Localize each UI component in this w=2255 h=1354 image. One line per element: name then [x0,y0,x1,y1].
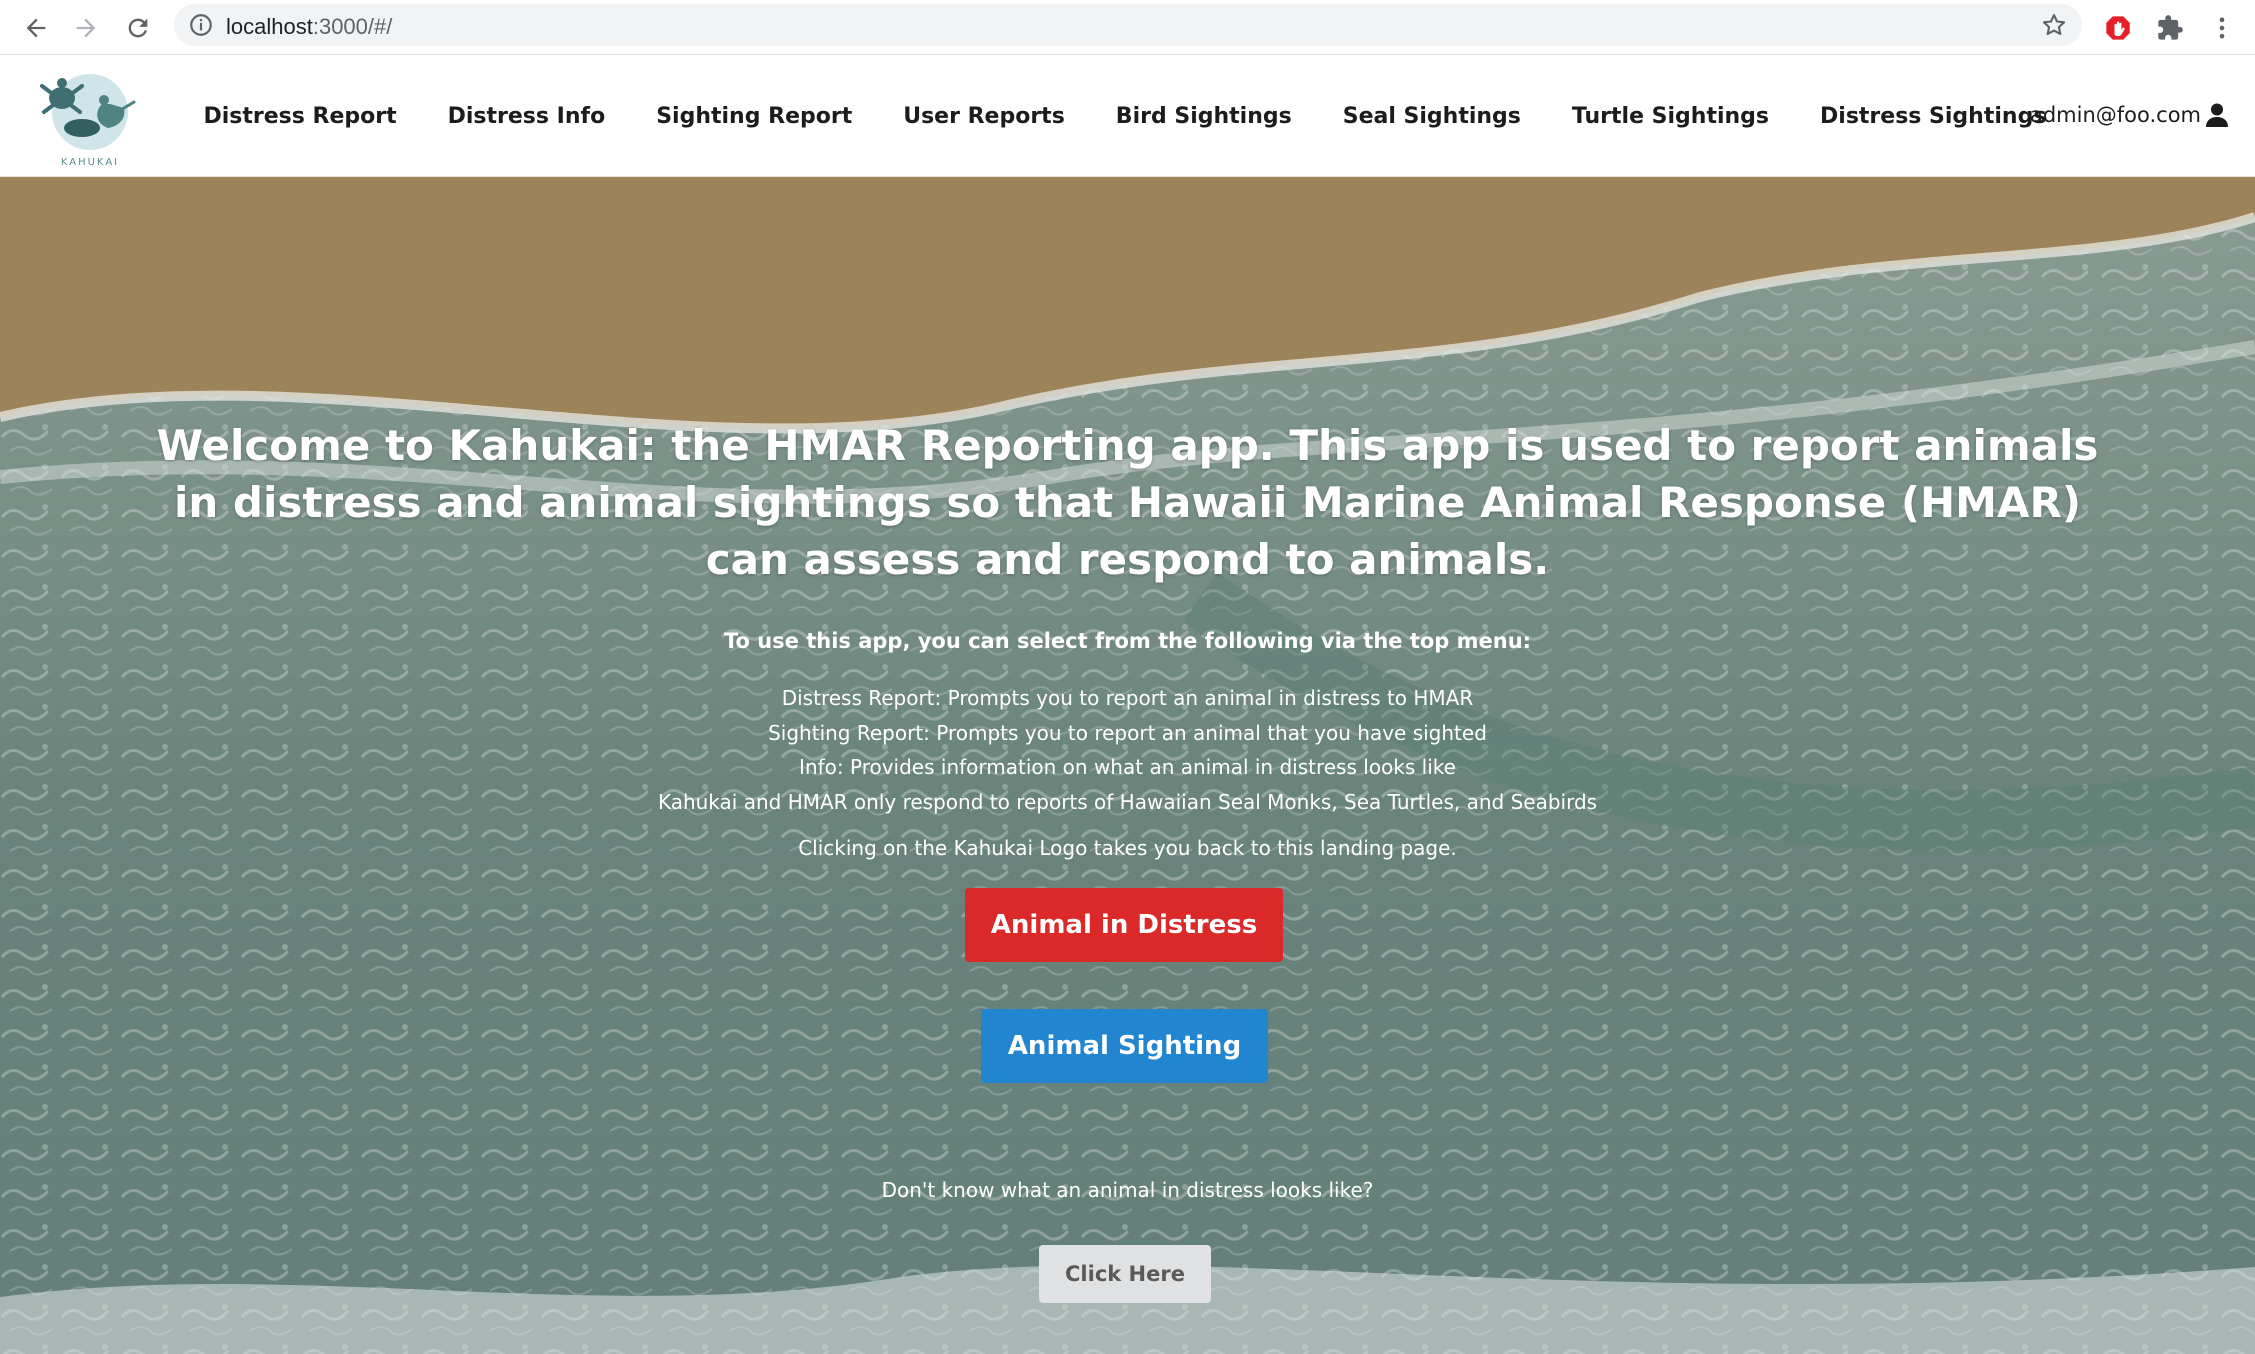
svg-text:KAHUKAI: KAHUKAI [61,157,119,166]
nav-menu: Distress Report Distress Info Sighting R… [178,56,2072,177]
address-bar[interactable]: localhost:3000/#/ [174,4,2082,46]
forward-arrow-icon[interactable] [66,8,106,48]
nav-turtle-sightings[interactable]: Turtle Sightings [1546,104,1794,129]
nav-distress-info[interactable]: Distress Info [422,104,631,129]
bookmark-star-icon[interactable] [2040,11,2068,39]
site-info-icon[interactable] [188,12,214,38]
top-menu: KAHUKAI Distress Report Distress Info Si… [0,56,2255,177]
animal-sighting-button[interactable]: Animal Sighting [981,1009,1268,1083]
click-here-button[interactable]: Click Here [1039,1245,1211,1303]
user-icon [2206,103,2228,127]
landing-hero: Welcome to Kahukai: the HMAR Reporting a… [0,177,2255,1354]
instructions-list: Distress Report: Prompts you to report a… [0,681,2255,819]
instruction-line: Info: Provides information on what an an… [799,755,1456,779]
url-path: :3000/#/ [312,14,393,39]
nav-bird-sightings[interactable]: Bird Sightings [1090,104,1317,129]
user-email: admin@foo.com [2029,103,2201,127]
reload-icon[interactable] [118,8,158,48]
adblock-extension-icon[interactable] [2098,8,2138,48]
nav-distress-report[interactable]: Distress Report [178,104,422,129]
instruction-line: Sighting Report: Prompts you to report a… [768,720,1487,745]
url-host: localhost [226,14,313,39]
kahukai-logo-icon: KAHUKAI [40,74,136,168]
nav-sighting-report[interactable]: Sighting Report [631,104,878,129]
user-menu[interactable]: admin@foo.com [2030,102,2229,128]
url-text: localhost:3000/#/ [226,14,392,40]
welcome-headline: Welcome to Kahukai: the HMAR Reporting a… [156,421,2099,584]
distress-help-text: Don't know what an animal in distress lo… [881,1178,1374,1202]
nav-seal-sightings[interactable]: Seal Sightings [1317,104,1546,129]
animal-in-distress-button[interactable]: Animal in Distress [965,888,1283,962]
logo-note: Clicking on the Kahukai Logo takes you b… [798,836,1457,860]
instructions-heading: To use this app, you can select from the… [723,629,1532,653]
back-arrow-icon[interactable] [16,8,56,48]
instruction-line: Kahukai and HMAR only respond to reports… [657,789,1598,814]
kahukai-logo[interactable]: KAHUKAI [38,66,138,168]
instruction-line: Distress Report: Prompts you to report a… [781,686,1474,710]
browser-toolbar: localhost:3000/#/ [0,0,2255,55]
nav-user-reports[interactable]: User Reports [878,104,1091,129]
browser-menu-icon[interactable] [2202,8,2242,48]
extensions-puzzle-icon[interactable] [2150,8,2190,48]
